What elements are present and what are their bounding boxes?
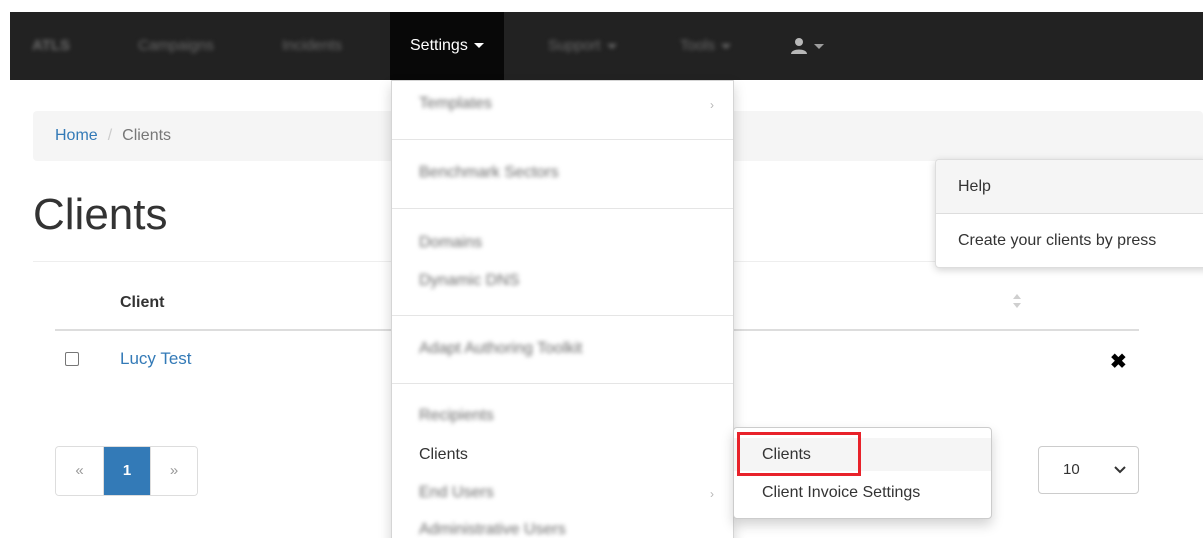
chevron-right-icon: › bbox=[710, 98, 714, 112]
client-name-link[interactable]: Lucy Test bbox=[120, 349, 192, 369]
caret-down-icon bbox=[473, 43, 484, 49]
nav-incidents[interactable]: Incidents bbox=[282, 12, 342, 80]
nav-tools-label: Tools bbox=[680, 37, 716, 54]
pagination-prev[interactable]: « bbox=[56, 447, 103, 495]
nav-settings[interactable]: Settings bbox=[390, 12, 504, 80]
sort-icon[interactable] bbox=[1012, 292, 1022, 310]
caret-down-icon bbox=[606, 43, 617, 49]
nav-settings-label: Settings bbox=[410, 37, 468, 54]
submenu-item-clients[interactable]: Clients bbox=[734, 438, 991, 471]
menu-item-benchmark-sectors[interactable]: Benchmark Sectors bbox=[419, 164, 559, 182]
help-text: Create your clients by press bbox=[958, 232, 1157, 249]
user-menu[interactable] bbox=[790, 12, 824, 80]
menu-divider bbox=[392, 383, 733, 384]
nav-tools[interactable]: Tools bbox=[680, 12, 732, 80]
caret-down-icon bbox=[814, 43, 824, 49]
page-size-value: 10 bbox=[1063, 461, 1080, 478]
menu-item-domains[interactable]: Domains bbox=[419, 234, 482, 252]
pagination-page-1[interactable]: 1 bbox=[103, 447, 150, 495]
nav-support[interactable]: Support bbox=[548, 12, 617, 80]
nav-campaigns[interactable]: Campaigns bbox=[138, 12, 214, 80]
menu-item-adapt-authoring-toolkit[interactable]: Adapt Authoring Toolkit bbox=[419, 340, 582, 358]
help-panel: Help Create your clients by press bbox=[935, 159, 1203, 268]
pagination-next[interactable]: » bbox=[150, 447, 197, 495]
menu-item-end-users[interactable]: End Users bbox=[419, 484, 494, 502]
pagination: « 1 » bbox=[55, 446, 198, 496]
breadcrumb-home[interactable]: Home bbox=[55, 127, 98, 144]
breadcrumb-current: Clients bbox=[122, 127, 172, 144]
menu-item-recipients[interactable]: Recipients bbox=[419, 407, 494, 425]
delete-icon[interactable]: ✖ bbox=[1110, 349, 1127, 374]
chevron-right-icon: › bbox=[710, 487, 714, 501]
menu-item-dynamic-dns[interactable]: Dynamic DNS bbox=[419, 272, 519, 290]
caret-down-icon bbox=[721, 43, 732, 49]
menu-divider bbox=[392, 315, 733, 316]
menu-item-templates[interactable]: Templates bbox=[419, 95, 492, 113]
breadcrumb-separator: / bbox=[107, 127, 113, 144]
settings-dropdown-menu: Templates › Benchmark Sectors Domains Dy… bbox=[391, 80, 734, 538]
page: ATLS Campaigns Incidents Settings Suppor… bbox=[0, 0, 1203, 538]
top-navbar: ATLS Campaigns Incidents Settings Suppor… bbox=[10, 12, 1203, 80]
menu-item-administrative-users[interactable]: Administrative Users bbox=[419, 521, 566, 538]
user-icon bbox=[791, 38, 807, 54]
menu-divider bbox=[392, 139, 733, 140]
row-checkbox[interactable] bbox=[65, 352, 79, 366]
clients-submenu: Clients Client Invoice Settings bbox=[733, 427, 992, 519]
page-size-select[interactable]: 10 bbox=[1038, 446, 1139, 494]
submenu-item-client-invoice-settings[interactable]: Client Invoice Settings bbox=[734, 476, 991, 509]
brand-logo[interactable]: ATLS bbox=[32, 12, 70, 80]
column-header-client[interactable]: Client bbox=[120, 294, 164, 312]
chevron-down-icon bbox=[1114, 447, 1126, 512]
help-title: Help bbox=[936, 160, 1203, 214]
page-title: Clients bbox=[33, 190, 168, 239]
nav-support-label: Support bbox=[548, 37, 601, 54]
menu-divider bbox=[392, 208, 733, 209]
menu-item-clients[interactable]: Clients bbox=[419, 446, 468, 464]
